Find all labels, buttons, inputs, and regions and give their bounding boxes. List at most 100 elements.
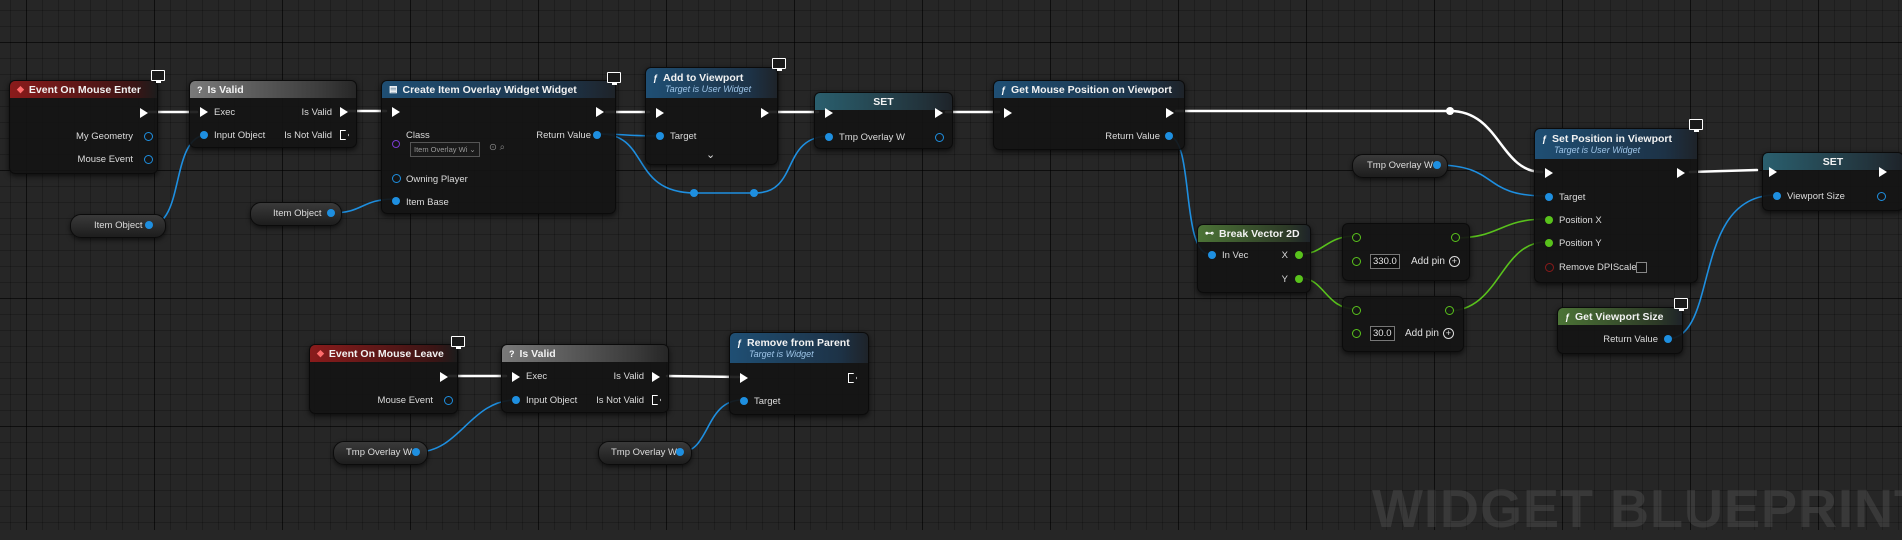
reroute-exec-knot[interactable] bbox=[1446, 107, 1454, 115]
pin-label-return-value: Return Value bbox=[1603, 334, 1658, 345]
exec-in-pin[interactable] bbox=[825, 108, 833, 118]
node-title: Break Vector 2D bbox=[1219, 227, 1300, 240]
b-pin[interactable] bbox=[1352, 329, 1361, 338]
exec-out-pin[interactable] bbox=[935, 108, 943, 118]
exec-out-pin[interactable] bbox=[1166, 108, 1174, 118]
exec-out-pin[interactable] bbox=[140, 108, 148, 118]
is-not-valid-exec-pin[interactable] bbox=[340, 130, 349, 140]
exec-out-pin[interactable] bbox=[1677, 168, 1685, 178]
variable-tmp-overlay[interactable]: Tmp Overlay W bbox=[333, 441, 428, 465]
b-pin[interactable] bbox=[1352, 257, 1361, 266]
return-value-pin[interactable] bbox=[1165, 132, 1173, 140]
b-value-input[interactable]: 330.0 bbox=[1370, 254, 1400, 269]
target-pin[interactable] bbox=[1545, 193, 1553, 201]
pin-label-item-base: Item Base bbox=[406, 197, 449, 208]
node-set-position-in-viewport[interactable]: ƒ Set Position in Viewport Target is User … bbox=[1534, 128, 1698, 283]
exec-in-pin[interactable] bbox=[512, 372, 520, 382]
viewport-size-in-pin[interactable] bbox=[1773, 192, 1781, 200]
return-value-pin[interactable] bbox=[1664, 335, 1672, 343]
variable-label: Tmp Overlay W bbox=[346, 447, 412, 458]
is-not-valid-exec-pin[interactable] bbox=[652, 395, 661, 405]
exec-out-pin[interactable] bbox=[596, 107, 604, 117]
tmp-overlay-in-pin[interactable] bbox=[825, 133, 833, 141]
position-x-pin[interactable] bbox=[1545, 216, 1553, 224]
node-get-mouse-position[interactable]: ƒ Get Mouse Position on Viewport Return V… bbox=[993, 80, 1185, 150]
node-event-on-mouse-enter[interactable]: ◆ Event On Mouse Enter My Geometry Mouse … bbox=[9, 80, 158, 174]
node-is-valid[interactable]: ? Is Valid Exec Is Valid Input Object Is … bbox=[189, 80, 357, 148]
in-vec-pin[interactable] bbox=[1208, 251, 1216, 259]
pin-label-target: Target bbox=[1559, 192, 1586, 203]
node-add-float[interactable]: 330.0 Add pin + bbox=[1342, 223, 1470, 281]
add-pin-button[interactable]: Add pin + bbox=[1411, 256, 1460, 267]
item-base-pin[interactable] bbox=[392, 197, 400, 205]
variable-item-object[interactable]: Item Object bbox=[250, 202, 342, 226]
node-break-vector-2d[interactable]: ⊷ Break Vector 2D In Vec X Y bbox=[1197, 224, 1311, 293]
tmp-overlay-out-pin[interactable] bbox=[935, 133, 944, 142]
variable-label: Tmp Overlay W bbox=[1367, 160, 1433, 171]
reroute-object-knot[interactable] bbox=[690, 189, 698, 197]
pin-label-is-valid: Is Valid bbox=[613, 371, 644, 382]
node-remove-from-parent[interactable]: ƒ Remove from Parent Target is Widget Targ… bbox=[729, 332, 869, 415]
position-y-pin[interactable] bbox=[1545, 239, 1553, 247]
exec-out-pin[interactable] bbox=[848, 373, 857, 383]
class-dropdown[interactable]: Item Overlay Wi ⌄ bbox=[410, 142, 480, 157]
item-object-out-pin[interactable] bbox=[145, 221, 153, 229]
blueprint-graph-canvas[interactable]: ◆ Event On Mouse Enter My Geometry Mouse … bbox=[0, 0, 1902, 539]
variable-tmp-overlay[interactable]: Tmp Overlay W bbox=[1352, 154, 1448, 178]
exec-in-pin[interactable] bbox=[1004, 108, 1012, 118]
is-valid-exec-pin[interactable] bbox=[340, 107, 348, 117]
y-pin[interactable] bbox=[1295, 275, 1303, 283]
node-get-viewport-size[interactable]: ƒ Get Viewport Size Return Value bbox=[1557, 307, 1683, 354]
class-pin[interactable] bbox=[392, 140, 400, 148]
exec-in-pin[interactable] bbox=[740, 373, 748, 383]
a-pin[interactable] bbox=[1352, 233, 1361, 242]
exec-in-pin[interactable] bbox=[1769, 167, 1777, 177]
x-pin[interactable] bbox=[1295, 251, 1303, 259]
b-value-input[interactable]: 30.0 bbox=[1370, 326, 1395, 341]
mouse-event-pin[interactable] bbox=[144, 155, 153, 164]
expand-chevron-icon[interactable]: ⌄ bbox=[706, 148, 715, 161]
exec-in-pin[interactable] bbox=[1545, 168, 1553, 178]
target-pin[interactable] bbox=[656, 132, 664, 140]
variable-tmp-overlay[interactable]: Tmp Overlay W bbox=[598, 441, 692, 465]
add-pin-button[interactable]: Add pin + bbox=[1405, 328, 1454, 339]
tmp-overlay-out-pin[interactable] bbox=[412, 448, 420, 456]
exec-out-pin[interactable] bbox=[440, 372, 448, 382]
mouse-event-pin[interactable] bbox=[444, 396, 453, 405]
tmp-overlay-out-pin[interactable] bbox=[1433, 161, 1441, 169]
tmp-overlay-out-pin[interactable] bbox=[676, 448, 684, 456]
class-browse-icons[interactable]: ⊙ ⌕ bbox=[489, 142, 505, 153]
monitor-icon bbox=[1687, 119, 1703, 132]
remove-dpi-scale-pin[interactable] bbox=[1545, 263, 1554, 272]
remove-dpi-scale-checkbox[interactable] bbox=[1636, 262, 1647, 273]
node-title: Event On Mouse Enter bbox=[28, 83, 141, 96]
node-set-viewport-size[interactable]: SET Viewport Size bbox=[1762, 152, 1902, 211]
is-valid-exec-pin[interactable] bbox=[652, 372, 660, 382]
exec-in-pin[interactable] bbox=[392, 107, 400, 117]
item-object-out-pin[interactable] bbox=[327, 209, 335, 217]
exec-in-pin[interactable] bbox=[656, 108, 664, 118]
variable-item-object[interactable]: Item Object bbox=[70, 214, 166, 238]
exec-in-pin[interactable] bbox=[200, 107, 208, 117]
pin-label-input-object: Input Object bbox=[526, 395, 578, 406]
result-pin[interactable] bbox=[1445, 306, 1454, 315]
node-add-float[interactable]: 30.0 Add pin + bbox=[1342, 296, 1464, 352]
input-object-pin[interactable] bbox=[512, 396, 520, 404]
owning-player-pin[interactable] bbox=[392, 174, 401, 183]
node-add-to-viewport[interactable]: ƒ Add to Viewport Target is User Widget Ta… bbox=[645, 67, 778, 165]
reroute-object-knot[interactable] bbox=[750, 189, 758, 197]
result-pin[interactable] bbox=[1451, 233, 1460, 242]
input-object-pin[interactable] bbox=[200, 131, 208, 139]
exec-out-pin[interactable] bbox=[1879, 167, 1887, 177]
exec-out-pin[interactable] bbox=[761, 108, 769, 118]
my-geometry-pin[interactable] bbox=[144, 132, 153, 141]
return-value-pin[interactable] bbox=[593, 131, 601, 139]
node-create-item-overlay-widget[interactable]: ▤ Create Item Overlay Widget Widget Class… bbox=[381, 80, 616, 214]
node-set-tmp-overlay[interactable]: SET Tmp Overlay W bbox=[814, 92, 953, 149]
viewport-size-out-pin[interactable] bbox=[1877, 192, 1886, 201]
node-event-on-mouse-leave[interactable]: ◆ Event On Mouse Leave Mouse Event bbox=[309, 344, 458, 414]
a-pin[interactable] bbox=[1352, 306, 1361, 315]
target-pin[interactable] bbox=[740, 397, 748, 405]
node-is-valid[interactable]: ? Is Valid Exec Is Valid Input Object Is … bbox=[501, 344, 669, 413]
pin-label-y: Y bbox=[1281, 274, 1288, 285]
